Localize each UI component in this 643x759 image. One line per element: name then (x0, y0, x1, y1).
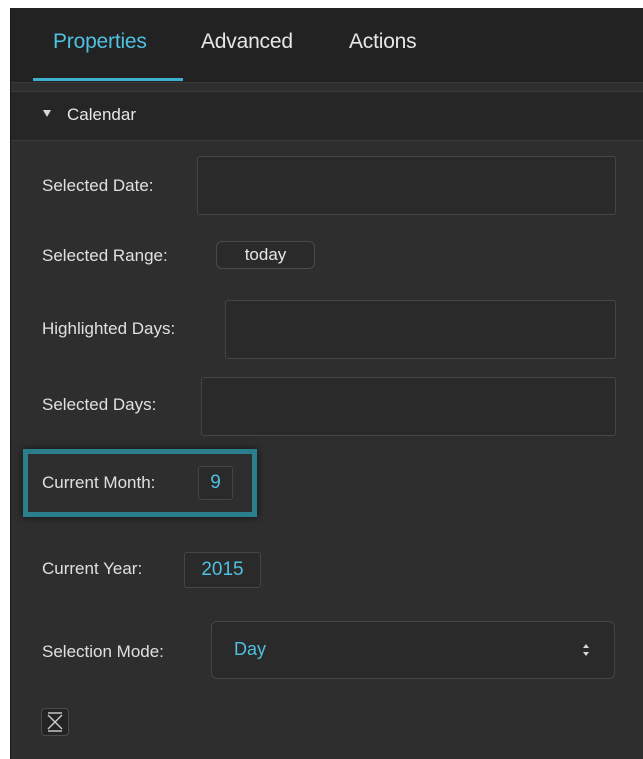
selected-range-value[interactable]: today (216, 241, 315, 269)
current-year-label: Current Year: (42, 559, 143, 578)
select-arrows-icon (583, 644, 589, 656)
section-header-calendar[interactable]: Calendar (11, 91, 643, 141)
tab-advanced[interactable]: Advanced (201, 30, 293, 54)
current-month-input[interactable]: 9 (198, 466, 233, 500)
current-year-input[interactable]: 2015 (184, 552, 261, 588)
active-tab-indicator (33, 78, 183, 81)
selected-date-input[interactable] (197, 156, 616, 215)
tab-properties[interactable]: Properties (53, 30, 147, 54)
triangle-down-icon (43, 110, 51, 117)
properties-panel: Properties Advanced Actions Calendar Sel… (10, 8, 643, 759)
selected-days-input[interactable] (201, 377, 616, 436)
collapse-button[interactable] (41, 708, 69, 736)
highlighted-days-label: Highlighted Days: (42, 319, 176, 338)
tab-bar: Properties Advanced Actions (11, 8, 643, 83)
selection-mode-value: Day (234, 639, 267, 659)
current-month-label: Current Month: (42, 473, 156, 492)
tab-actions[interactable]: Actions (349, 30, 417, 54)
selection-mode-label: Selection Mode: (42, 642, 164, 661)
window-frame: Properties Advanced Actions Calendar Sel… (0, 0, 643, 759)
selected-range-label: Selected Range: (42, 246, 168, 265)
selection-mode-select[interactable]: Day (211, 621, 615, 679)
section-title: Calendar (67, 105, 136, 124)
collapse-icon (47, 712, 63, 732)
selected-days-label: Selected Days: (42, 395, 157, 414)
selected-date-label: Selected Date: (42, 176, 154, 195)
highlighted-days-input[interactable] (225, 300, 616, 359)
